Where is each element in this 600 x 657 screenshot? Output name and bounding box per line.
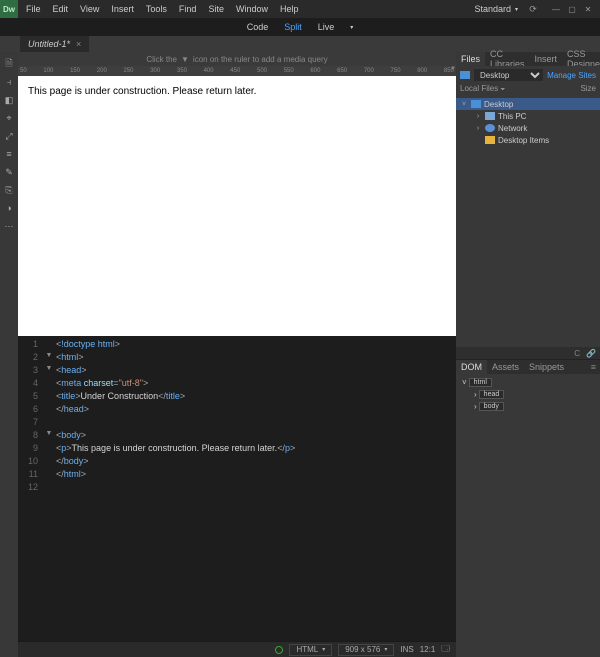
format-icon[interactable]: ≡ bbox=[3, 148, 15, 160]
insert-mode: INS bbox=[400, 645, 413, 654]
panel-tab-insert[interactable]: Insert bbox=[530, 52, 563, 66]
files-panel-tabs: FilesCC LibrariesInsertCSS Designer≡ bbox=[456, 52, 600, 66]
collapse-icon[interactable]: ⎘ bbox=[3, 184, 15, 196]
files-tree[interactable]: ˅Desktop›This PC›NetworkDesktop Items bbox=[456, 98, 600, 146]
dom-panel: DOMAssetsSnippets ≡ ˅html›head›body bbox=[456, 360, 600, 657]
comment-icon[interactable]: ✎ bbox=[3, 166, 15, 178]
preview-paragraph: This page is under construction. Please … bbox=[28, 86, 256, 97]
col-size: Size bbox=[580, 84, 596, 94]
menu-insert[interactable]: Insert bbox=[105, 1, 140, 17]
manage-sites-link[interactable]: Manage Sites bbox=[547, 71, 596, 80]
split-icon[interactable]: ⫞ bbox=[3, 76, 15, 88]
workspace-selector[interactable]: Standard ▾ bbox=[474, 4, 518, 14]
close-icon[interactable]: × bbox=[76, 39, 81, 49]
menu-window[interactable]: Window bbox=[230, 1, 274, 17]
sort-icon: ⏷ bbox=[500, 87, 505, 93]
main-menu: FileEditViewInsertToolsFindSiteWindowHel… bbox=[20, 1, 304, 17]
inspect-icon[interactable]: ⌖ bbox=[3, 112, 15, 124]
titlebar: Dw FileEditViewInsertToolsFindSiteWindow… bbox=[0, 0, 600, 18]
lang-selector[interactable]: HTML▾ bbox=[289, 644, 332, 656]
status-ok-icon bbox=[275, 646, 283, 654]
file-mgmt-icon[interactable]: 🗎 bbox=[3, 58, 15, 70]
tab-label: Untitled-1* bbox=[28, 39, 70, 49]
refresh-icon[interactable]: C bbox=[574, 349, 580, 358]
cursor-pos: 12:1 bbox=[420, 645, 436, 654]
panel-tab-assets[interactable]: Assets bbox=[487, 360, 524, 374]
design-view[interactable]: This page is under construction. Please … bbox=[18, 76, 456, 336]
pc-icon bbox=[485, 112, 495, 120]
left-toolbar: 🗎 ⫞ ◧ ⌖ ⤢ ≡ ✎ ⎘ ◑ ⋯ bbox=[0, 52, 18, 657]
folder-icon bbox=[460, 71, 470, 79]
view-mode-bar: Code Split Live ▾ bbox=[0, 18, 600, 36]
menu-tools[interactable]: Tools bbox=[140, 1, 173, 17]
dom-tree[interactable]: ˅html›head›body bbox=[456, 374, 600, 414]
menu-file[interactable]: File bbox=[20, 1, 47, 17]
folder-icon bbox=[485, 136, 495, 144]
media-query-hint: Click the ▼ icon on the ruler to add a m… bbox=[18, 52, 456, 66]
menu-find[interactable]: Find bbox=[173, 1, 203, 17]
drive-icon bbox=[471, 100, 481, 108]
view-code[interactable]: Code bbox=[243, 20, 273, 34]
more-icon[interactable]: ⋯ bbox=[3, 220, 15, 232]
panel-tab-snippets[interactable]: Snippets bbox=[524, 360, 569, 374]
chevron-down-icon: ▾ bbox=[515, 6, 518, 13]
ruler[interactable]: 5010015020025030035040045050055060065070… bbox=[18, 66, 456, 76]
dom-panel-tabs: DOMAssetsSnippets ≡ bbox=[456, 360, 600, 374]
marker-icon: ▼ bbox=[181, 55, 189, 64]
panel-menu-icon[interactable]: ≡ bbox=[587, 362, 600, 372]
link-icon[interactable]: 🔗 bbox=[586, 349, 596, 358]
menu-edit[interactable]: Edit bbox=[47, 1, 75, 17]
live-icon[interactable]: ◧ bbox=[3, 94, 15, 106]
workspace-label: Standard bbox=[474, 4, 511, 14]
document-tab[interactable]: Untitled-1* × bbox=[20, 36, 89, 52]
source-selector[interactable]: Desktop bbox=[474, 69, 543, 81]
view-live[interactable]: Live bbox=[314, 20, 339, 34]
chevron-down-icon[interactable]: ▾ bbox=[346, 22, 357, 33]
color-icon[interactable]: ◑ bbox=[3, 202, 15, 214]
maximize-button[interactable]: ▢ bbox=[564, 3, 580, 15]
status-bar: HTML▾ 909 x 576▾ INS 12:1 🗔 bbox=[18, 641, 456, 657]
files-panel: FilesCC LibrariesInsertCSS Designer≡ Des… bbox=[456, 52, 600, 360]
view-split[interactable]: Split bbox=[280, 20, 306, 34]
expand-icon[interactable]: ⤢ bbox=[3, 130, 15, 142]
minimize-button[interactable]: — bbox=[548, 3, 564, 15]
tree-row[interactable]: ›Network bbox=[456, 122, 600, 134]
dom-row[interactable]: ›head bbox=[460, 388, 596, 400]
tree-row[interactable]: ˅Desktop bbox=[456, 98, 600, 110]
menu-help[interactable]: Help bbox=[274, 1, 305, 17]
menu-view[interactable]: View bbox=[74, 1, 105, 17]
dom-row[interactable]: ˅html bbox=[460, 376, 596, 388]
tree-row[interactable]: Desktop Items bbox=[456, 134, 600, 146]
net-icon bbox=[485, 124, 495, 132]
ruler-marker-icon[interactable]: ▼ bbox=[450, 66, 456, 72]
menu-site[interactable]: Site bbox=[202, 1, 230, 17]
close-button[interactable]: ✕ bbox=[580, 3, 596, 15]
dims-selector[interactable]: 909 x 576▾ bbox=[338, 644, 394, 656]
overflow-icon[interactable]: 🗔 bbox=[441, 643, 450, 657]
app-logo: Dw bbox=[0, 0, 18, 18]
panel-tab-dom[interactable]: DOM bbox=[456, 360, 487, 374]
sync-icon[interactable]: ⟳ bbox=[526, 2, 540, 16]
col-localfiles: Local Files ⏷ bbox=[460, 84, 580, 94]
tree-row[interactable]: ›This PC bbox=[456, 110, 600, 122]
dom-row[interactable]: ›body bbox=[460, 400, 596, 412]
panel-tab-files[interactable]: Files bbox=[456, 52, 485, 66]
code-view[interactable]: 123456789101112 ▼▼▼ <!doctype html><html… bbox=[18, 336, 456, 641]
